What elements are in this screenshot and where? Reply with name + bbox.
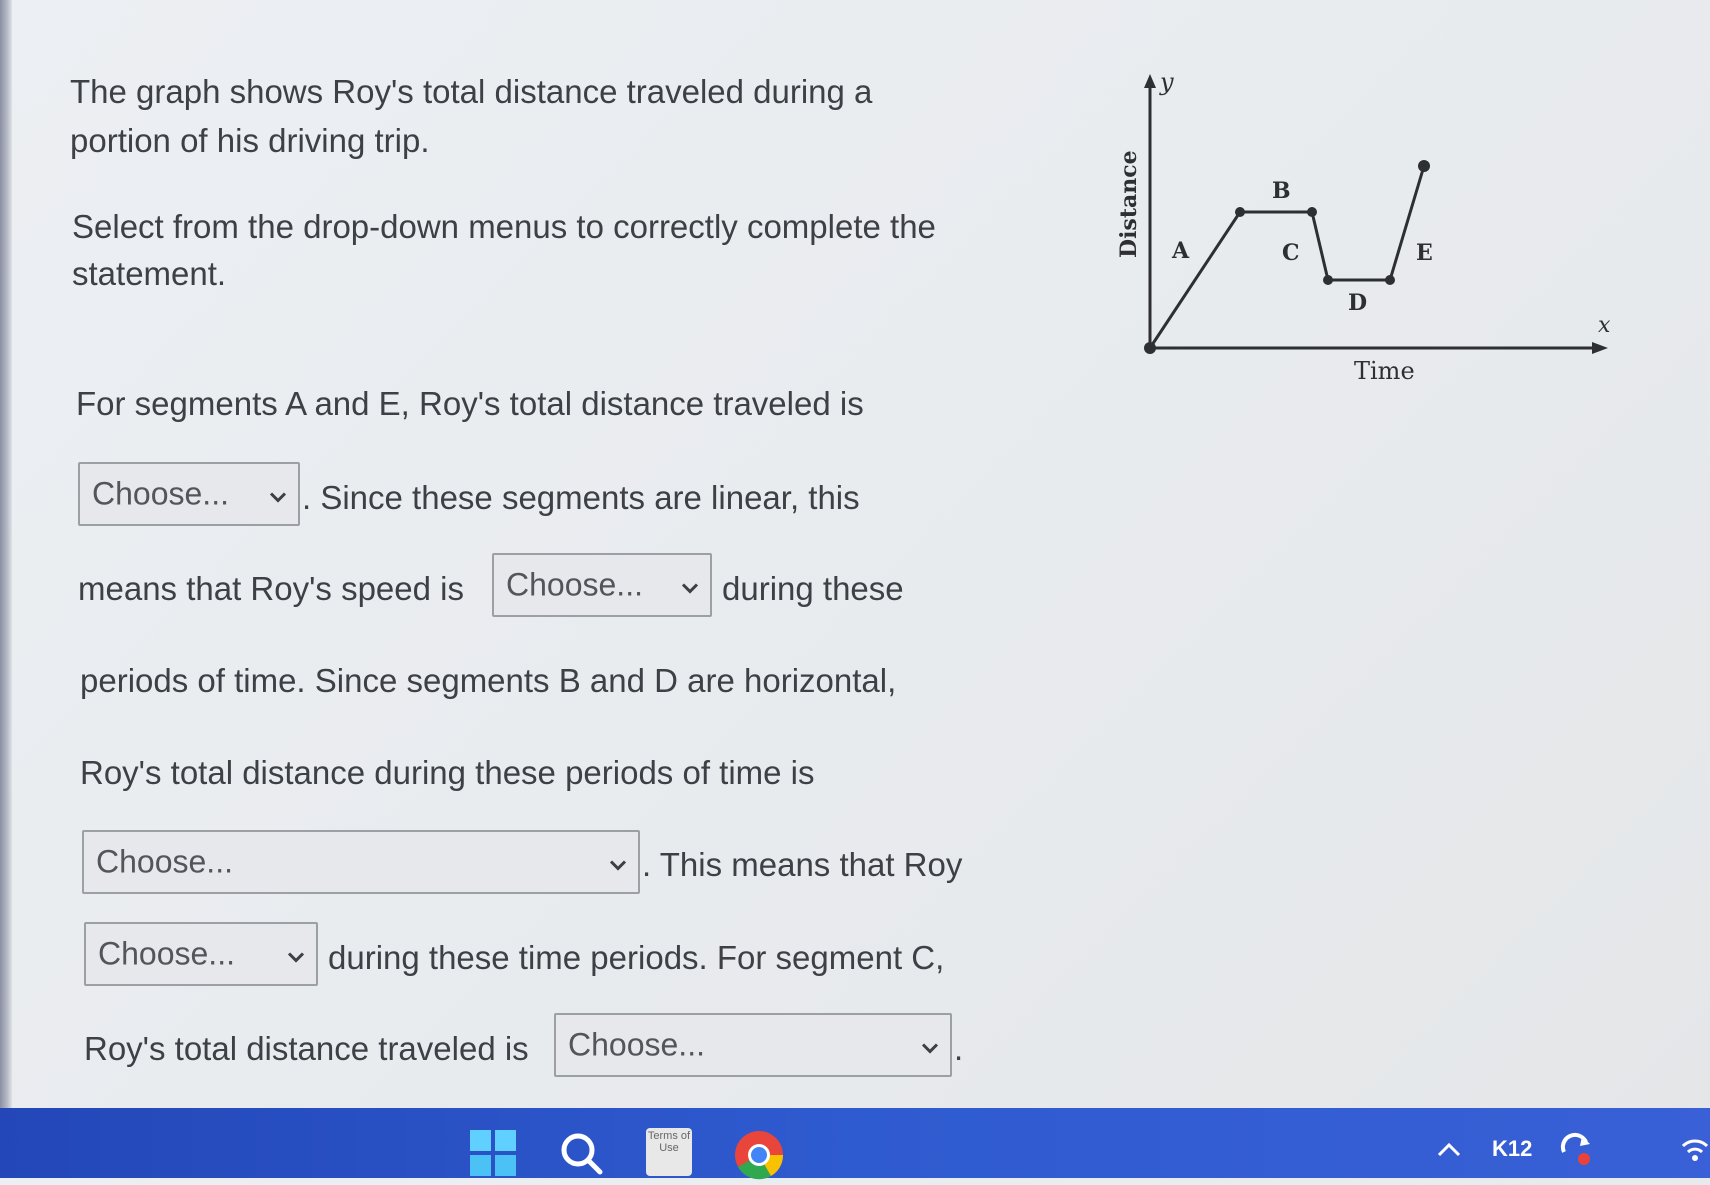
terms-of-use-icon[interactable]: Terms of Use: [646, 1128, 692, 1176]
wifi-icon[interactable]: [1680, 1134, 1710, 1169]
statement-text-7: . This means that Roy: [642, 846, 963, 883]
y-axis-title: Distance: [1116, 150, 1142, 258]
dropdown-distance-bd[interactable]: Choose...: [82, 830, 640, 894]
k12-icon[interactable]: K12: [1492, 1136, 1532, 1162]
statement-text-6: Roy's total distance during these period…: [80, 754, 815, 791]
chevron-down-icon: [680, 567, 700, 604]
statement-text-8: during these time periods. For segment C…: [328, 939, 945, 976]
chevron-down-icon: [920, 1027, 940, 1064]
statement-text-1: For segments A and E, Roy's total distan…: [76, 385, 864, 422]
graph-point: [1235, 207, 1245, 217]
segment-label-b: B: [1272, 178, 1291, 204]
statement-text-10: .: [954, 1030, 964, 1067]
statement-text-5: periods of time. Since segments B and D …: [80, 662, 897, 699]
sync-icon[interactable]: [1558, 1132, 1594, 1173]
terms-of-use-label: Terms of Use: [647, 1130, 691, 1154]
question-page: The graph shows Roy's total distance tra…: [0, 0, 1710, 1108]
x-axis: [1150, 342, 1608, 354]
x-axis-title: Time: [1354, 357, 1415, 385]
windows-start-icon[interactable]: [470, 1130, 516, 1181]
statement-text-9: Roy's total distance traveled is: [84, 1030, 529, 1067]
chevron-down-icon: [268, 476, 288, 513]
segment-label-e: E: [1416, 240, 1433, 266]
statement-text-2: . Since these segments are linear, this: [302, 479, 860, 516]
y-axis: [1144, 74, 1156, 348]
dropdown-distance-ae[interactable]: Choose...: [78, 462, 300, 526]
graph-point: [1144, 342, 1156, 354]
segment-label-c: C: [1282, 240, 1300, 266]
instruction-line1: Select from the drop-down menus to corre…: [72, 208, 936, 245]
instruction-line2: statement.: [72, 255, 227, 292]
graph-point: [1307, 207, 1317, 217]
question-text-line2: portion of his driving trip.: [70, 122, 430, 159]
dropdown-roy-action[interactable]: Choose...: [84, 922, 318, 986]
graph-point: [1323, 275, 1333, 285]
graph-point: [1418, 160, 1430, 172]
k12-label: K12: [1492, 1136, 1533, 1161]
graph-point: [1385, 275, 1395, 285]
statement-text-3: means that Roy's speed is: [78, 570, 464, 607]
dropdown-value: Choose...: [568, 1026, 705, 1063]
search-icon[interactable]: [558, 1130, 604, 1181]
chrome-icon[interactable]: [734, 1130, 784, 1185]
segment-label-a: A: [1171, 238, 1190, 264]
dropdown-value: Choose...: [506, 566, 643, 603]
chevron-down-icon: [608, 844, 628, 881]
statement-text-4: during these: [722, 570, 904, 607]
question-text-line1: The graph shows Roy's total distance tra…: [70, 73, 873, 110]
dropdown-value: Choose...: [96, 843, 233, 880]
y-axis-symbol: y: [1159, 70, 1174, 96]
dropdown-value: Choose...: [98, 935, 235, 972]
dropdown-speed[interactable]: Choose...: [492, 553, 712, 617]
x-axis-symbol: x: [1598, 313, 1611, 338]
taskbar: Terms of Use K12: [0, 1108, 1710, 1181]
segment-label-d: D: [1348, 290, 1367, 316]
dropdown-distance-c[interactable]: Choose...: [554, 1013, 952, 1077]
dropdown-value: Choose...: [92, 475, 229, 512]
chevron-up-icon[interactable]: [1436, 1142, 1462, 1163]
chevron-down-icon: [286, 936, 306, 973]
distance-time-graph: y x Distance Time A B C D E: [1116, 70, 1611, 385]
